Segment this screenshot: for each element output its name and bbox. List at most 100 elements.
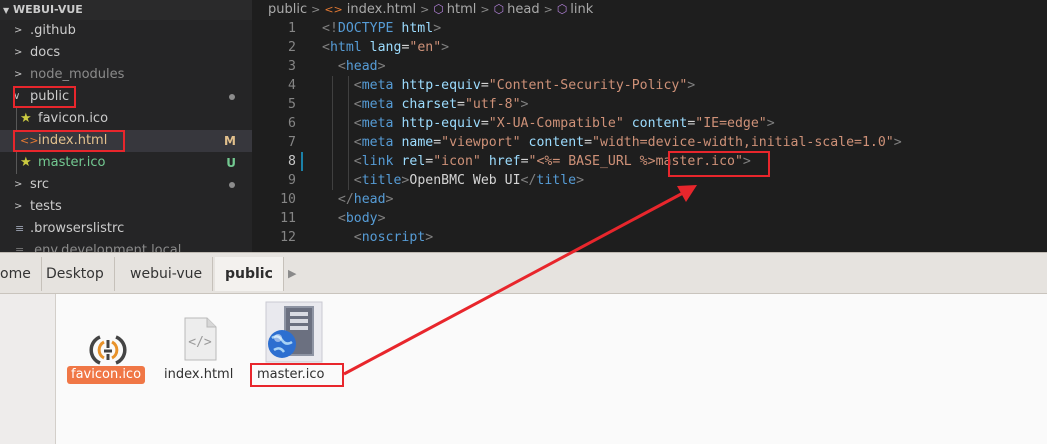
svg-text:</>: </>: [188, 335, 212, 350]
code-text: </head>: [337, 192, 394, 207]
chevron-right-icon: >: [420, 3, 430, 16]
tree-item-label: tests: [30, 199, 62, 214]
code-text: <body>: [337, 211, 386, 226]
tree-item-label: .github: [30, 23, 76, 38]
tree-item-docs[interactable]: > docs: [0, 42, 252, 64]
file-label-master-ico[interactable]: master.ico: [257, 366, 325, 384]
symbol-cube-icon: ⬡: [493, 2, 505, 16]
html-code-icon: <>: [324, 3, 343, 16]
tree-item-tests[interactable]: > tests: [0, 196, 252, 218]
code-text: <noscript>: [353, 230, 434, 245]
breadcrumb-symbol-link[interactable]: link: [570, 2, 593, 17]
tree-item-node-modules[interactable]: > node_modules: [0, 64, 252, 86]
chevron-right-icon: >: [311, 3, 321, 16]
chevron-right-icon: >: [543, 3, 553, 16]
lines-file-icon: ≡: [15, 222, 25, 235]
code-text: <meta http-equiv="X-UA-Compatible" conte…: [353, 116, 775, 131]
breadcrumb-symbol-html[interactable]: html: [447, 2, 477, 17]
explorer-title: WEBUI-VUE: [13, 3, 83, 16]
file-label-index-html[interactable]: index.html: [164, 366, 233, 384]
modified-dot-icon: [229, 94, 235, 100]
code-text: <link rel="icon" href="<%= BASE_URL %>ma…: [353, 154, 751, 169]
file-label-favicon[interactable]: favicon.ico: [67, 366, 146, 384]
line-number: 7: [288, 135, 296, 150]
tree-item-public[interactable]: ∨ public: [0, 86, 252, 108]
html-code-icon: <>: [20, 134, 39, 147]
tree-item-label: favicon.ico: [38, 111, 109, 126]
code-line[interactable]: 7 <meta name="viewport" content="width=d…: [252, 133, 1047, 152]
chevron-right-icon: >: [14, 201, 23, 212]
gutter-change-marker: [301, 152, 303, 171]
path-button-desktop[interactable]: Desktop: [36, 257, 115, 291]
tree-item-github[interactable]: > .github: [0, 20, 252, 42]
line-number: 12: [280, 230, 296, 245]
line-number: 6: [288, 116, 296, 131]
chevron-right-icon[interactable]: ▶: [282, 257, 302, 291]
line-number: 9: [288, 173, 296, 188]
chevron-right-icon: >: [14, 179, 23, 190]
tree-item-master-ico[interactable]: ★ master.ico U: [0, 152, 252, 174]
tree-item-label: master.ico: [38, 155, 106, 170]
tree-item-browserslistrc[interactable]: ≡ .browserslistrc: [0, 218, 252, 240]
tree-item-label: src: [30, 177, 49, 192]
code-line[interactable]: 12 <noscript>: [252, 228, 1047, 247]
symbol-cube-icon: ⬡: [433, 2, 444, 16]
code-line[interactable]: 6 <meta http-equiv="X-UA-Compatible" con…: [252, 114, 1047, 133]
path-button-webui-vue[interactable]: webui-vue: [120, 257, 214, 291]
path-bar: ome Desktop webui-vue public ▶: [0, 252, 1047, 294]
code-text: <meta http-equiv="Content-Security-Polic…: [353, 78, 696, 93]
path-button-public[interactable]: public: [215, 257, 284, 291]
line-number: 5: [288, 97, 296, 112]
chevron-right-icon: >: [14, 69, 23, 80]
server-globe-icon[interactable]: [262, 300, 326, 364]
chevron-right-icon: >: [480, 3, 490, 16]
code-text: <html lang="en">: [322, 40, 450, 55]
tree-item-env-development-local[interactable]: ≡ .env.development.local: [0, 240, 252, 252]
code-text: <meta name="viewport" content="width=dev…: [353, 135, 902, 150]
code-line[interactable]: 4 <meta http-equiv="Content-Security-Pol…: [252, 76, 1047, 95]
code-editor[interactable]: public > <> index.html > ⬡ html > ⬡ head > ⬡ link 1 <…: [252, 0, 1047, 252]
line-number: 4: [288, 78, 296, 93]
code-line[interactable]: 3 <head>: [252, 57, 1047, 76]
line-number: 10: [280, 192, 296, 207]
code-text: <meta charset="utf-8">: [353, 97, 529, 112]
tree-item-label: docs: [30, 45, 61, 60]
tree-item-label: public: [30, 89, 70, 104]
line-number: 2: [288, 40, 296, 55]
line-number: 1: [288, 21, 296, 36]
lines-file-icon: ≡: [15, 244, 25, 252]
line-number: 3: [288, 59, 296, 74]
file-view[interactable]: favicon.ico </> index.html master.ico: [56, 294, 1047, 444]
html-file-icon[interactable]: </>: [182, 316, 218, 362]
tree-item-favicon[interactable]: ★ favicon.ico: [0, 108, 252, 130]
symbol-cube-icon: ⬡: [556, 2, 568, 16]
tree-item-src[interactable]: > src: [0, 174, 252, 196]
star-file-icon: ★: [20, 111, 32, 126]
breadcrumb-symbol-head[interactable]: head: [507, 2, 539, 17]
code-line[interactable]: 11 <body>: [252, 209, 1047, 228]
code-line[interactable]: 8 <link rel="icon" href="<%= BASE_URL %>…: [252, 152, 1047, 171]
chevron-down-icon: ▼: [3, 6, 10, 15]
code-text: <head>: [337, 59, 386, 74]
chevron-right-icon: >: [14, 25, 23, 36]
tree-item-index-html[interactable]: <> index.html M: [0, 130, 252, 152]
git-status-badge: M: [224, 134, 236, 148]
code-line[interactable]: 10 </head>: [252, 190, 1047, 209]
tree-item-label: .env.development.local: [30, 243, 182, 252]
code-line[interactable]: 2 <html lang="en">: [252, 38, 1047, 57]
chevron-down-icon: ∨: [13, 91, 21, 102]
tree-item-label: index.html: [38, 133, 108, 148]
chevron-right-icon: >: [14, 47, 23, 58]
indent-guide: [332, 76, 333, 190]
explorer-header[interactable]: ▼ WEBUI-VUE: [0, 0, 252, 20]
code-line[interactable]: 1 <!DOCTYPE html>: [252, 19, 1047, 38]
breadcrumb-file[interactable]: index.html: [347, 2, 416, 17]
code-text: <title>OpenBMC Web UI</title>: [353, 173, 585, 188]
tree-item-label: node_modules: [30, 67, 125, 82]
code-line[interactable]: 9 <title>OpenBMC Web UI</title>: [252, 171, 1047, 190]
code-line[interactable]: 5 <meta charset="utf-8">: [252, 95, 1047, 114]
breadcrumb-folder[interactable]: public: [268, 2, 307, 17]
places-sidebar[interactable]: [0, 294, 56, 444]
line-number: 8: [288, 154, 296, 169]
code-text: <!DOCTYPE html>: [322, 21, 442, 36]
